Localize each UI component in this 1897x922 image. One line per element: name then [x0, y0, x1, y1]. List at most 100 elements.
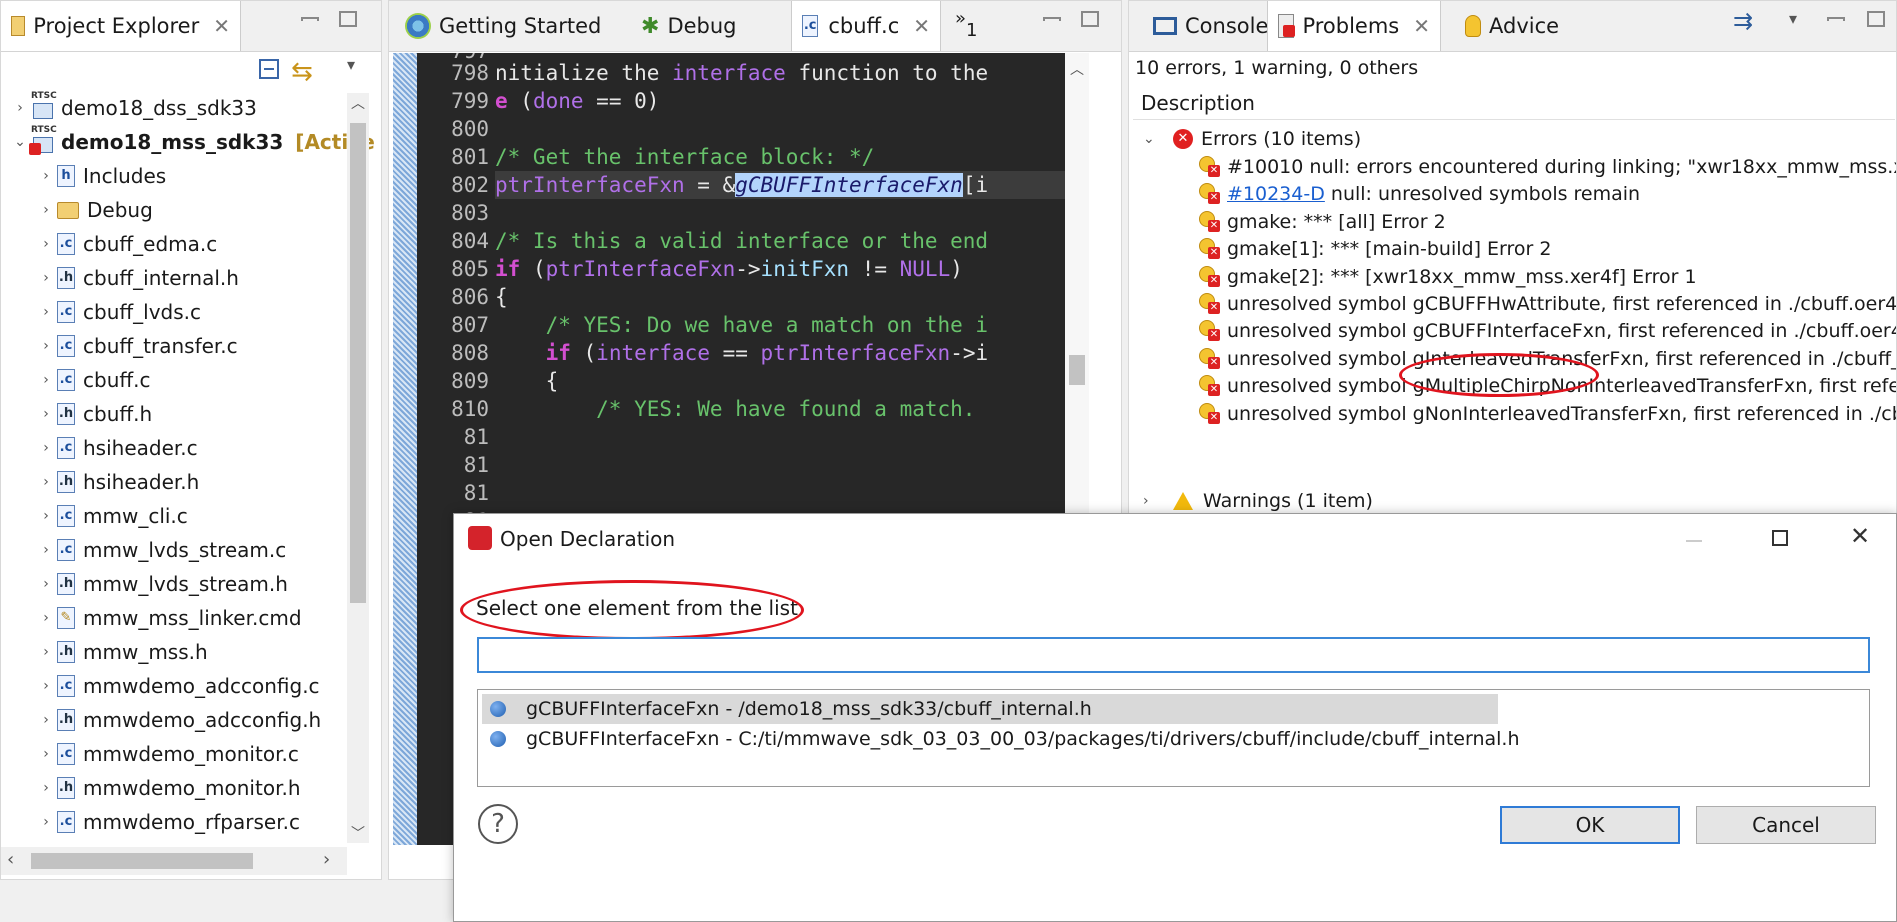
close-icon[interactable]: ✕	[913, 14, 930, 38]
scroll-left-arrow[interactable]: ‹	[7, 849, 14, 870]
chevron-right-icon[interactable]: ›	[35, 542, 57, 558]
tab-overflow[interactable]: » 1	[951, 1, 1001, 51]
chevron-right-icon[interactable]: ›	[35, 270, 57, 286]
maximize-icon[interactable]	[339, 11, 357, 27]
code-line[interactable]: if (ptrInterfaceFxn->initFxn != NULL)	[495, 257, 963, 281]
tree-item[interactable]: › .c cbuff_lvds.c	[35, 295, 201, 329]
problem-row[interactable]: ✕ gmake: *** [all] Error 2	[1199, 208, 1446, 236]
problem-row[interactable]: ✕ #10010 null: errors encountered during …	[1199, 153, 1896, 181]
view-menu-icon[interactable]: ▾	[347, 55, 355, 74]
problem-row[interactable]: ✕ #10234-D null: unresolved symbols remai…	[1199, 180, 1640, 208]
error-code-link[interactable]: #10234-D	[1227, 183, 1325, 205]
tree-item[interactable]: › .c mmw_lvds_stream.c	[35, 533, 286, 567]
chevron-right-icon[interactable]: ›	[35, 474, 57, 490]
chevron-right-icon[interactable]: ›	[35, 202, 57, 218]
tree-item[interactable]: › .c hsiheader.c	[35, 431, 197, 465]
tree-item[interactable]: › .c cbuff_transfer.c	[35, 329, 237, 363]
tree-item[interactable]: › .c cbuff_edma.c	[35, 227, 217, 261]
problem-row[interactable]: ✕ gmake[2]: *** [xwr18xx_mmw_mss.xer4f] E…	[1199, 263, 1697, 291]
problem-row[interactable]: ✕ unresolved symbol gCBUFFInterfaceFxn, f…	[1199, 317, 1896, 345]
tree-item[interactable]: › .c mmwdemo_monitor.c	[35, 737, 299, 771]
tree-item[interactable]: › .h mmw_lvds_stream.h	[35, 567, 288, 601]
tree-item[interactable]: › Debug	[35, 193, 153, 227]
collapse-all-icon[interactable]	[259, 59, 279, 79]
chevron-right-icon[interactable]: ›	[35, 780, 57, 796]
scroll-thumb[interactable]	[350, 123, 366, 603]
code-line[interactable]: /* YES: Do we have a match on the i	[495, 313, 989, 337]
scroll-up-arrow[interactable]: ︿	[347, 93, 369, 113]
minimize-icon[interactable]	[1686, 540, 1702, 542]
chevron-right-icon[interactable]: ›	[35, 678, 57, 694]
tree-project-dss[interactable]: › RTSC demo18_dss_sdk33	[9, 91, 257, 125]
tree-item[interactable]: › .c cbuff.c	[35, 363, 150, 397]
link-with-editor-icon[interactable]: ⇆	[291, 57, 313, 87]
close-icon[interactable]: ✕	[213, 14, 230, 38]
scroll-thumb[interactable]	[1069, 355, 1085, 385]
list-item[interactable]: gCBUFFInterfaceFxn - /demo18_mss_sdk33/c…	[482, 694, 1498, 724]
maximize-icon[interactable]	[1772, 530, 1788, 546]
scroll-up-arrow[interactable]: ︿	[1065, 59, 1089, 79]
code-line[interactable]: if (interface == ptrInterfaceFxn->i	[495, 341, 989, 365]
warnings-group[interactable]: › Warnings (1 item)	[1143, 487, 1373, 515]
code-line[interactable]: /* Get the interface block: */	[495, 145, 874, 169]
ok-button[interactable]: OK	[1500, 806, 1680, 844]
code-line[interactable]: e (done == 0)	[495, 89, 659, 113]
problem-row[interactable]: ✕ unresolved symbol gNonInterleavedTransf…	[1199, 400, 1896, 428]
tree-item[interactable]: › .h hsiheader.h	[35, 465, 199, 499]
tab-debug[interactable]: ✱ Debug	[631, 1, 771, 51]
chevron-down-icon[interactable]: ⌄	[9, 134, 31, 150]
description-column-header[interactable]: Description	[1133, 85, 1895, 120]
errors-group[interactable]: ⌄ ✕ Errors (10 items)	[1143, 125, 1361, 153]
close-icon[interactable]: ✕	[1413, 14, 1430, 38]
tab-console[interactable]: Console	[1143, 1, 1283, 51]
chevron-right-icon[interactable]: ›	[35, 746, 57, 762]
tree-item[interactable]: › .h cbuff.h	[35, 397, 152, 431]
chevron-right-icon[interactable]: ›	[35, 576, 57, 592]
chevron-right-icon[interactable]: ›	[35, 372, 57, 388]
tree-item[interactable]: › .h mmw_mss.h	[35, 635, 208, 669]
minimize-icon[interactable]	[1827, 17, 1845, 21]
minimize-icon[interactable]	[1043, 17, 1061, 21]
chevron-right-icon[interactable]: ›	[35, 406, 57, 422]
chevron-right-icon[interactable]: ›	[35, 168, 57, 184]
cancel-button[interactable]: Cancel	[1696, 806, 1876, 844]
chevron-right-icon[interactable]: ›	[9, 100, 31, 116]
chevron-right-icon[interactable]: ›	[35, 610, 57, 626]
chevron-right-icon[interactable]: ›	[1143, 493, 1163, 509]
chevron-down-icon[interactable]: ⌄	[1143, 131, 1163, 147]
maximize-icon[interactable]	[1867, 11, 1885, 27]
chevron-right-icon[interactable]: ›	[35, 712, 57, 728]
code-line[interactable]: ptrInterfaceFxn = &gCBUFFInterfaceFxn[i	[495, 173, 988, 197]
tab-cbuff-c[interactable]: .c cbuff.c ✕	[791, 1, 941, 51]
code-line[interactable]: {	[495, 285, 508, 309]
help-icon[interactable]: ?	[478, 804, 518, 844]
maximize-icon[interactable]	[1081, 11, 1099, 27]
tree-item[interactable]: › .h mmwdemo_monitor.h	[35, 771, 300, 805]
chevron-right-icon[interactable]: ›	[35, 814, 57, 830]
list-item[interactable]: gCBUFFInterfaceFxn - C:/ti/mmwave_sdk_03…	[482, 724, 1519, 754]
scroll-down-arrow[interactable]: ﹀	[347, 823, 369, 843]
tree-item[interactable]: › .h mmwdemo_adcconfig.h	[35, 703, 321, 737]
tab-getting-started[interactable]: Getting Started	[395, 1, 625, 51]
chevron-right-icon[interactable]: ›	[35, 236, 57, 252]
chevron-right-icon[interactable]: ›	[35, 644, 57, 660]
tab-project-explorer[interactable]: Project Explorer ✕	[1, 1, 241, 51]
focus-on-active-task-icon[interactable]: ⇉	[1733, 7, 1753, 35]
view-menu-icon[interactable]: ▾	[1789, 9, 1797, 28]
chevron-right-icon[interactable]: ›	[35, 338, 57, 354]
chevron-right-icon[interactable]: ›	[35, 508, 57, 524]
problem-row[interactable]: ✕ gmake[1]: *** [main-build] Error 2	[1199, 235, 1551, 263]
close-icon[interactable]: ✕	[1850, 522, 1870, 550]
code-line[interactable]: nitialize the interface function to the	[495, 61, 988, 85]
code-line[interactable]: /* YES: We have found a match.	[495, 397, 975, 421]
explorer-hscrollbar[interactable]: ‹ ›	[1, 847, 347, 875]
explorer-vscrollbar[interactable]: ︿ ﹀	[347, 93, 369, 843]
chevron-right-icon[interactable]: ›	[35, 440, 57, 456]
code-line[interactable]: {	[495, 369, 559, 393]
tab-advice[interactable]: Advice	[1455, 1, 1585, 51]
problem-row[interactable]: ✕ unresolved symbol gCBUFFHwAttribute, fi…	[1199, 290, 1896, 318]
chevron-right-icon[interactable]: ›	[35, 304, 57, 320]
tree-item[interactable]: › ✎ mmw_mss_linker.cmd	[35, 601, 301, 635]
code-line[interactable]: /* Is this a valid interface or the end	[495, 229, 988, 253]
tree-item[interactable]: › .h cbuff_internal.h	[35, 261, 239, 295]
